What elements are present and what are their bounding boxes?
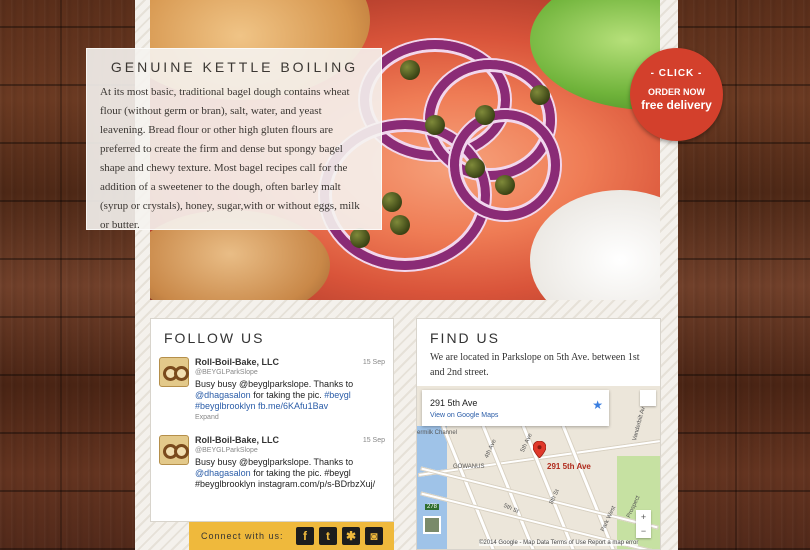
connect-with-us-bar: Connect with us: f t ✱ ◙: [189, 522, 394, 550]
caper-graphic: [475, 105, 495, 125]
tweet-author-name[interactable]: Roll-Boil-Bake, LLC: [195, 357, 279, 367]
caper-graphic: [495, 175, 515, 195]
tweet-item: Roll-Boil-Bake, LLC @BEYGLParkSlope 15 S…: [159, 357, 387, 425]
tweet-text-part[interactable]: @beyglparkslope: [239, 379, 309, 389]
tweet-text: Busy busy @beyglparkslope. Thanks to @dh…: [195, 457, 387, 490]
tweet-expand-link[interactable]: Expand: [195, 414, 219, 421]
facebook-icon[interactable]: f: [296, 527, 314, 545]
tweet-mention-link[interactable]: @dhagasalon: [195, 390, 251, 400]
order-now-button[interactable]: - CLICK - ORDER NOW free delivery: [630, 48, 723, 141]
map-street-label: 278: [425, 504, 440, 510]
map-attribution: ©2014 Google - Map Data Terms of Use Rep…: [479, 540, 639, 546]
info-title: GENUINE KETTLE BOILING: [100, 59, 369, 75]
instagram-icon[interactable]: ◙: [365, 527, 383, 545]
zoom-out-button[interactable]: −: [636, 524, 651, 538]
caper-graphic: [390, 215, 410, 235]
map-marker-icon[interactable]: [533, 441, 546, 458]
tweet-mention-link[interactable]: @dhagasalon: [195, 468, 251, 478]
map-place-title: 291 5th Ave: [430, 398, 478, 408]
satellite-toggle[interactable]: [423, 516, 441, 534]
view-on-google-maps-link[interactable]: View on Google Maps: [430, 412, 498, 419]
map-street-label: Vanderbilt Av: [632, 406, 647, 442]
map-zoom-control[interactable]: + −: [636, 510, 651, 538]
save-star-icon[interactable]: ★: [592, 398, 603, 412]
tweet-text-part: . Thanks to: [308, 379, 354, 389]
tweet-text-part: for taking the pic.: [250, 468, 325, 478]
map-place-card: 291 5th Ave View on Google Maps ★: [422, 390, 609, 426]
kettle-boiling-info-box: GENUINE KETTLE BOILING At its most basic…: [86, 48, 382, 231]
yelp-icon[interactable]: ✱: [342, 527, 360, 545]
tweet-text-part: for taking the pic.: [250, 390, 325, 400]
order-click-label: - CLICK -: [650, 68, 703, 79]
find-us-panel: FIND US We are located in Parkslope on 5…: [416, 318, 661, 550]
order-now-label: ORDER NOW: [648, 87, 705, 97]
tweet-author-name[interactable]: Roll-Boil-Bake, LLC: [195, 435, 279, 445]
map-street-label: GOWANUS: [453, 464, 485, 470]
find-us-title: FIND US: [430, 330, 500, 346]
follow-us-panel: FOLLOW US Roll-Boil-Bake, LLC @BEYGLPark…: [150, 318, 394, 522]
caper-graphic: [425, 115, 445, 135]
map-street-label: ermilk Channel: [417, 430, 458, 436]
follow-us-title: FOLLOW US: [164, 330, 265, 346]
zoom-in-button[interactable]: +: [636, 510, 651, 524]
avatar[interactable]: [159, 357, 189, 387]
twitter-icon[interactable]: t: [319, 527, 337, 545]
info-title-text: GENUINE KETTLE BOILING: [110, 59, 359, 75]
tweet-text-part: . Thanks to: [308, 457, 354, 467]
free-delivery-label: free delivery: [641, 98, 712, 112]
street-view-icon[interactable]: [640, 390, 656, 406]
tweet-item: Roll-Boil-Bake, LLC @BEYGLParkSlope 15 S…: [159, 435, 387, 507]
caper-graphic: [382, 192, 402, 212]
tweet-author-handle[interactable]: @BEYGLParkSlope: [195, 369, 258, 376]
find-us-address-text: We are located in Parkslope on 5th Ave. …: [430, 352, 640, 378]
avatar[interactable]: [159, 435, 189, 465]
tweet-date[interactable]: 15 Sep: [363, 437, 385, 444]
caper-graphic: [465, 158, 485, 178]
tweet-text-part: Busy busy: [195, 379, 240, 389]
info-body: At its most basic, traditional bagel dou…: [100, 86, 360, 231]
map-marker-label: 291 5th Ave: [547, 462, 591, 471]
tweet-text: Busy busy @beyglparkslope. Thanks to @dh…: [195, 379, 387, 412]
caper-graphic: [400, 60, 420, 80]
caper-graphic: [530, 85, 550, 105]
tweet-date[interactable]: 15 Sep: [363, 359, 385, 366]
tweet-text-part: Busy busy: [195, 457, 240, 467]
tweet-text-part[interactable]: @beyglparkslope: [239, 457, 309, 467]
connect-label: Connect with us:: [201, 531, 284, 541]
tweet-author-handle[interactable]: @BEYGLParkSlope: [195, 447, 258, 454]
google-map[interactable]: ermilk Channel 5th Ave 4th Ave GOWANUS 5…: [417, 386, 660, 549]
plate-graphic: [530, 190, 660, 300]
